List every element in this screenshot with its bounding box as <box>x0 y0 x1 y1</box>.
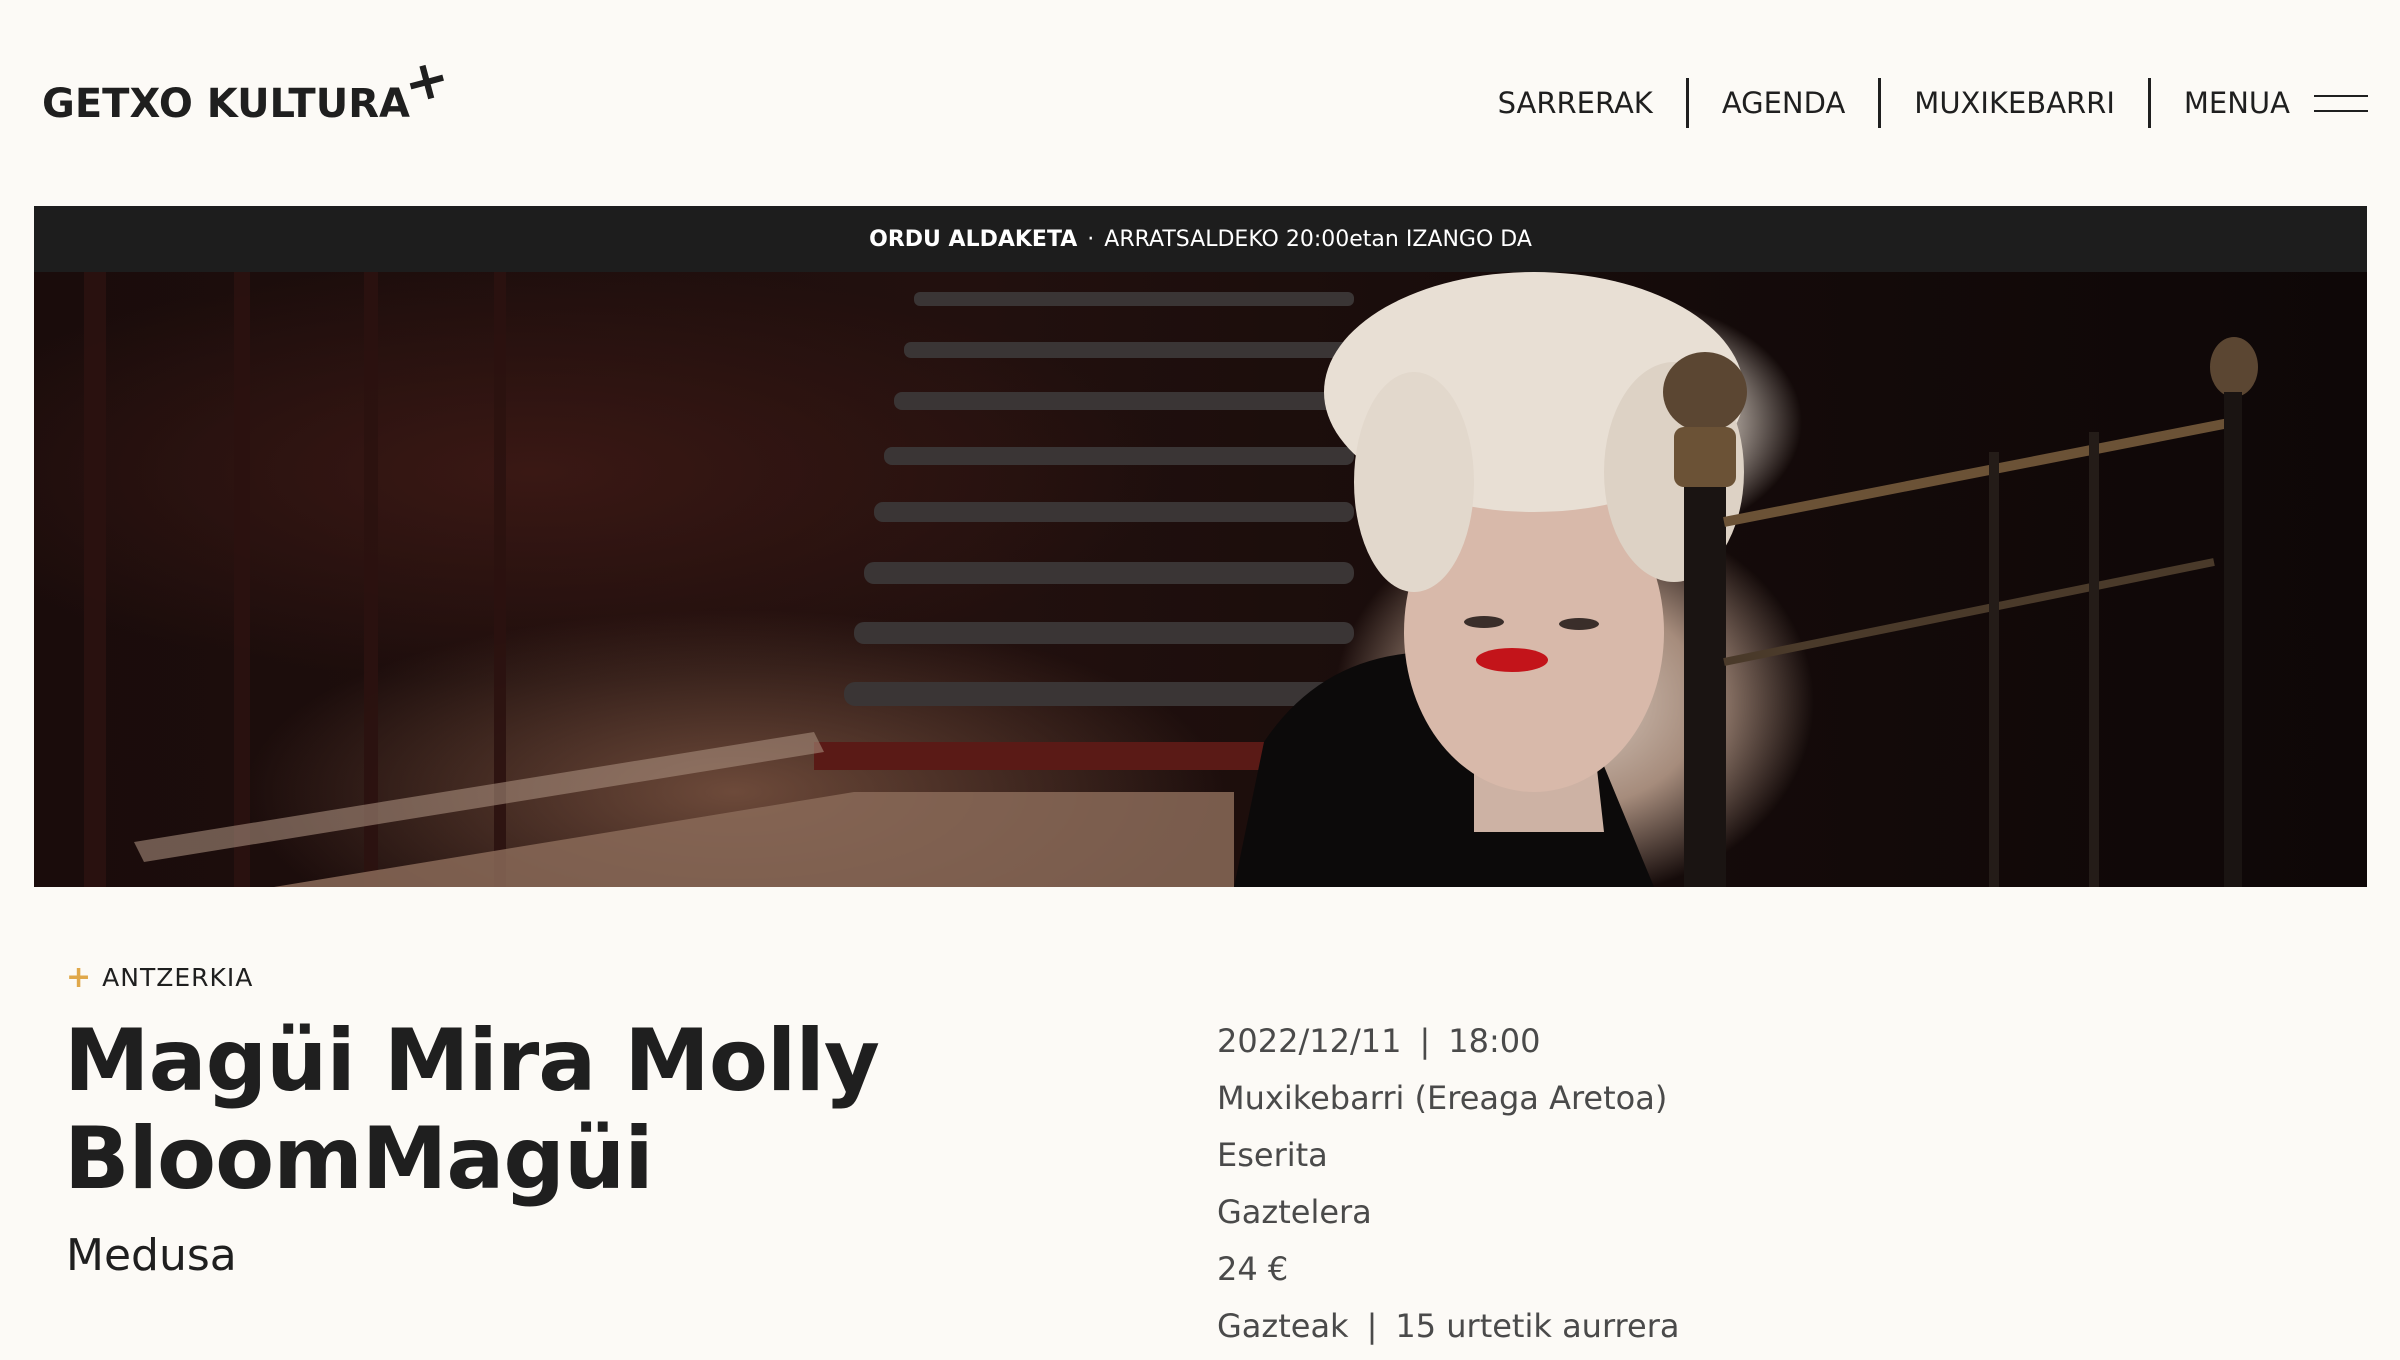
category-plus-icon: + <box>66 960 93 995</box>
event-datetime: 2022/12/11 | 18:00 <box>1217 1018 1679 1075</box>
nav-item-menua[interactable]: MENUA <box>2151 86 2314 120</box>
nav-item-agenda[interactable]: AGENDA <box>1689 86 1878 120</box>
event-time: 18:00 <box>1448 1022 1541 1060</box>
event-price: 24 € <box>1217 1250 1289 1288</box>
notice-text: ARRATSALDEKO 20:00etan IZANGO DA <box>1104 226 1532 252</box>
event-audience: Gazteak <box>1217 1307 1349 1345</box>
category-text: ANTZERKIA <box>102 963 254 992</box>
logo-text: GETXO KULTURA <box>42 81 410 127</box>
main-nav: SARRERAK AGENDA MUXIKEBARRI MENUA <box>1465 78 2368 128</box>
event-language: Gaztelera <box>1217 1193 1372 1231</box>
event-details: 2022/12/11 | 18:00 Muxikebarri (Ereaga Are… <box>1217 1018 1679 1360</box>
event-company: Medusa <box>66 1230 237 1281</box>
event-age: 15 urtetik aurrera <box>1395 1307 1680 1345</box>
hero-image <box>34 272 2367 887</box>
notice-label: ORDU ALDAKETA <box>869 226 1078 252</box>
pipe-separator: | <box>1419 1022 1431 1060</box>
nav-item-muxikebarri[interactable]: MUXIKEBARRI <box>1881 86 2148 120</box>
event-date: 2022/12/11 <box>1217 1022 1402 1060</box>
notice-bar: ORDU ALDAKETA · ARRATSALDEKO 20:00etan I… <box>34 206 2367 272</box>
pipe-separator: | <box>1366 1307 1378 1345</box>
nav-item-sarrerak[interactable]: SARRERAK <box>1465 86 1686 120</box>
event-venue: Muxikebarri (Ereaga Aretoa) <box>1217 1079 1668 1117</box>
logo-link[interactable]: GETXO KULTURA + <box>42 44 456 127</box>
event-seating: Eserita <box>1217 1136 1328 1174</box>
notice-separator: · <box>1087 226 1095 252</box>
category-label[interactable]: + ANTZERKIA <box>66 960 253 995</box>
hero-illustration <box>84 272 2258 887</box>
event-audience-row: Gazteak | 15 urtetik aurrera <box>1217 1303 1679 1360</box>
hamburger-icon[interactable] <box>2314 94 2368 112</box>
event-title: Magüi Mira Molly BloomMagüi <box>64 1011 880 1209</box>
